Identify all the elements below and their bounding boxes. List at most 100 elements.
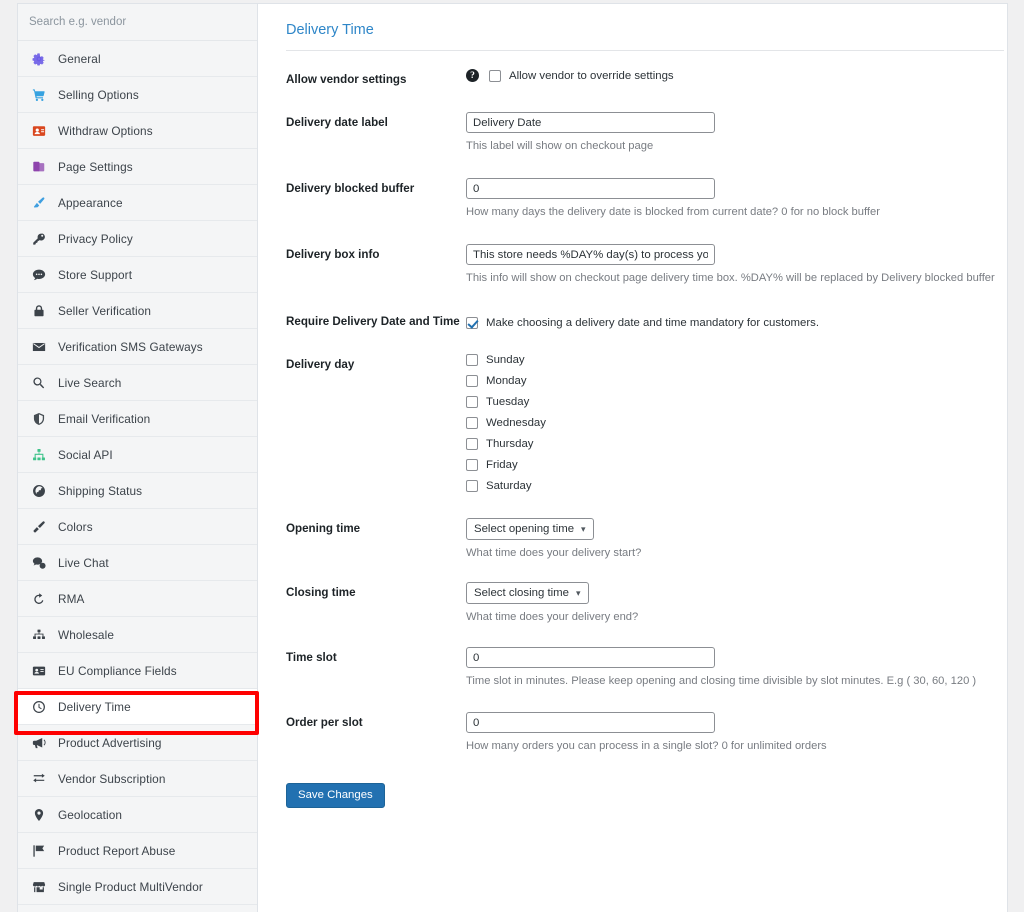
sidebar-item-eu-compliance-fields[interactable]: EU Compliance Fields bbox=[18, 653, 257, 689]
sidebar-item-label: EU Compliance Fields bbox=[58, 663, 177, 678]
sidebar-item-live-search[interactable]: Live Search bbox=[18, 365, 257, 401]
comments-icon bbox=[29, 554, 49, 572]
delivery-box-info-input[interactable] bbox=[466, 244, 715, 265]
sidebar-item-label: Selling Options bbox=[58, 87, 139, 102]
sidebar-item-delivery-time[interactable]: Delivery Time bbox=[18, 689, 257, 725]
delivery-day-row[interactable]: Thursday bbox=[466, 438, 1007, 450]
envelope-icon bbox=[29, 338, 49, 356]
field-help-text: What time does your delivery start? bbox=[466, 547, 642, 559]
order-per-slot-input[interactable] bbox=[466, 712, 715, 733]
delivery-day-checkbox[interactable] bbox=[466, 354, 478, 366]
delivery-date-label-input[interactable] bbox=[466, 112, 715, 133]
field-label: Opening time bbox=[286, 522, 361, 535]
field-delivery-box-info: Delivery box info This info will show on… bbox=[258, 244, 1007, 285]
sidebar-item-email-verification[interactable]: Email Verification bbox=[18, 401, 257, 437]
field-label: Delivery blocked buffer bbox=[286, 182, 415, 195]
question-circle-icon[interactable]: ? bbox=[466, 69, 479, 82]
sidebar-item-selling-options[interactable]: Selling Options bbox=[18, 77, 257, 113]
delivery-day-checkbox[interactable] bbox=[466, 417, 478, 429]
require-delivery-checkbox-label: Make choosing a delivery date and time m… bbox=[486, 317, 820, 329]
sidebar-item-social-api[interactable]: Social API bbox=[18, 437, 257, 473]
field-delivery-blocked-buffer: Delivery blocked buffer How many days th… bbox=[258, 178, 1007, 219]
sidebar-item-rma[interactable]: RMA bbox=[18, 581, 257, 617]
chat-icon bbox=[29, 266, 49, 284]
allow-vendor-checkbox[interactable] bbox=[489, 69, 501, 82]
delivery-day-checkbox[interactable] bbox=[466, 438, 478, 450]
sidebar-item-seller-verification[interactable]: Seller Verification bbox=[18, 293, 257, 329]
sitemap-icon bbox=[29, 446, 49, 464]
sidebar-item-geolocation[interactable]: Geolocation bbox=[18, 797, 257, 833]
sidebar-item-label: RMA bbox=[58, 591, 85, 606]
field-help-text: How many days the delivery date is block… bbox=[466, 206, 880, 218]
sidebar-item-label: Store Support bbox=[58, 267, 133, 282]
sidebar-item-live-chat[interactable]: Live Chat bbox=[18, 545, 257, 581]
withdraw-icon bbox=[29, 122, 49, 140]
delivery-day-checkbox[interactable] bbox=[466, 396, 478, 408]
field-help-text: This label will show on checkout page bbox=[466, 140, 654, 152]
pages-icon bbox=[29, 158, 49, 176]
sidebar-search-row[interactable] bbox=[18, 4, 257, 41]
require-delivery-checkbox[interactable] bbox=[466, 317, 478, 329]
sidebar-item-label: Live Chat bbox=[58, 555, 109, 570]
field-label: Require Delivery Date and Time bbox=[286, 315, 460, 328]
field-delivery-date-label: Delivery date label This label will show… bbox=[258, 112, 1007, 153]
delivery-day-row[interactable]: Saturday bbox=[466, 480, 1007, 492]
sidebar-item-label: Page Settings bbox=[58, 159, 133, 174]
sidebar-item-label: Product Advertising bbox=[58, 735, 162, 750]
search-icon bbox=[29, 374, 49, 392]
idcard-icon bbox=[29, 662, 49, 680]
delivery-day-row[interactable]: Friday bbox=[466, 459, 1007, 471]
title-divider bbox=[286, 50, 1004, 51]
sidebar-item-appearance[interactable]: Appearance bbox=[18, 185, 257, 221]
save-changes-button[interactable]: Save Changes bbox=[286, 783, 385, 808]
delivery-day-checkbox[interactable] bbox=[466, 459, 478, 471]
sidebar-item-label: Wholesale bbox=[58, 627, 114, 642]
require-delivery-checkbox-row[interactable]: Make choosing a delivery date and time m… bbox=[466, 311, 1007, 329]
time-slot-input[interactable] bbox=[466, 647, 715, 668]
sidebar-item-label: Appearance bbox=[58, 195, 123, 210]
sidebar-item-withdraw-options[interactable]: Withdraw Options bbox=[18, 113, 257, 149]
sidebar-item-shipping-status[interactable]: Shipping Status bbox=[18, 473, 257, 509]
field-help-text: How many orders you can process in a sin… bbox=[466, 740, 827, 752]
clock-icon bbox=[29, 698, 49, 716]
opening-time-selected-value: Select opening time bbox=[474, 523, 575, 535]
field-help-text: This info will show on checkout page del… bbox=[466, 272, 995, 284]
sidebar-item-product-report-abuse[interactable]: Product Report Abuse bbox=[18, 833, 257, 869]
sidebar-item-label: Vendor Subscription bbox=[58, 771, 166, 786]
field-label: Time slot bbox=[286, 651, 337, 664]
subscription-icon bbox=[29, 770, 49, 788]
settings-page: General Selling Options Withdraw Options Pa… bbox=[0, 0, 1024, 912]
delivery-day-checkbox[interactable] bbox=[466, 375, 478, 387]
allow-vendor-checkbox-label: Allow vendor to override settings bbox=[509, 69, 674, 82]
field-label: Delivery box info bbox=[286, 248, 380, 261]
sidebar-item-label: Seller Verification bbox=[58, 303, 152, 318]
sidebar-item-general[interactable]: General bbox=[18, 41, 257, 77]
field-label: Closing time bbox=[286, 586, 356, 599]
sidebar-item-single-product-multivendor[interactable]: Single Product MultiVendor bbox=[18, 869, 257, 905]
delivery-day-checkbox[interactable] bbox=[466, 480, 478, 492]
search-input[interactable] bbox=[29, 16, 229, 28]
sidebar-item-vendor-subscription[interactable]: Vendor Subscription bbox=[18, 761, 257, 797]
opening-time-select[interactable]: Select opening time ▾ bbox=[466, 518, 594, 540]
delivery-day-label: Monday bbox=[486, 375, 527, 387]
delivery-day-row[interactable]: Sunday bbox=[466, 354, 1007, 366]
closing-time-select[interactable]: Select closing time ▾ bbox=[466, 582, 589, 604]
delivery-day-row[interactable]: Monday bbox=[466, 375, 1007, 387]
sidebar-item-store-support[interactable]: Store Support bbox=[18, 257, 257, 293]
sidebar-item-label: Live Search bbox=[58, 375, 122, 390]
delivery-blocked-buffer-input[interactable] bbox=[466, 178, 715, 199]
delivery-day-row[interactable]: Wednesday bbox=[466, 417, 1007, 429]
field-opening-time: Opening time Select opening time ▾ What … bbox=[258, 518, 1007, 560]
sidebar-item-label: Product Report Abuse bbox=[58, 843, 176, 858]
sidebar-item-verification-sms-gateways[interactable]: Verification SMS Gateways bbox=[18, 329, 257, 365]
sidebar-item-product-advertising[interactable]: Product Advertising bbox=[18, 725, 257, 761]
sidebar-item-page-settings[interactable]: Page Settings bbox=[18, 149, 257, 185]
sidebar-item-wholesale[interactable]: Wholesale bbox=[18, 617, 257, 653]
sidebar-item-label: General bbox=[58, 51, 101, 66]
sidebar-item-privacy-policy[interactable]: Privacy Policy bbox=[18, 221, 257, 257]
delivery-day-row[interactable]: Tuesday bbox=[466, 396, 1007, 408]
undo-icon bbox=[29, 590, 49, 608]
sidebar-item-colors[interactable]: Colors bbox=[18, 509, 257, 545]
field-label: Delivery day bbox=[286, 358, 355, 371]
allow-vendor-checkbox-row[interactable]: ? Allow vendor to override settings bbox=[466, 69, 1007, 82]
